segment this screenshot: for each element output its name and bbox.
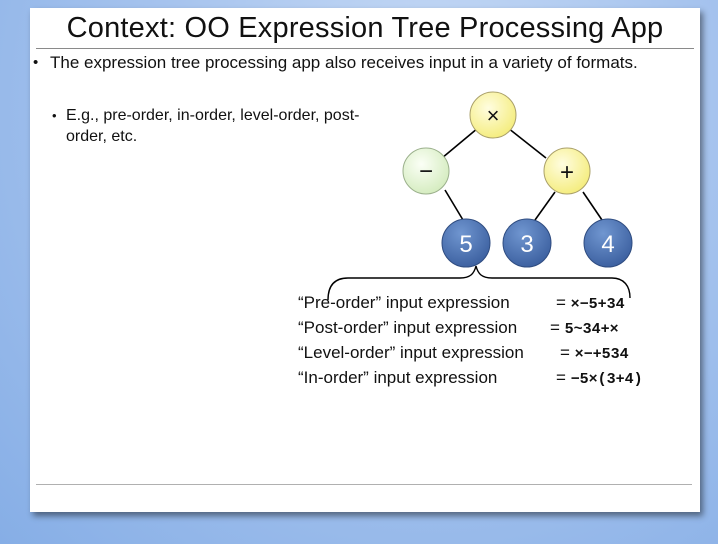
edge-minus-5 <box>444 189 464 221</box>
slide: Context: OO Expression Tree Processing A… <box>30 8 700 512</box>
node-five: 5 <box>441 218 491 268</box>
expression-tree-diagram: × − + 5 3 4 <box>327 91 633 301</box>
expression-value: ×−+534 <box>574 346 629 363</box>
expression-equals: = 5~34+× <box>550 318 619 338</box>
footer-divider <box>36 484 692 485</box>
edge-root-plus <box>507 127 547 159</box>
node-three-label: 3 <box>520 231 533 258</box>
expression-label: “In-order” input expression <box>298 368 498 387</box>
node-multiply-label: × <box>487 103 500 128</box>
expression-label: “Post-order” input expression <box>298 318 518 337</box>
edge-plus-3 <box>534 191 556 221</box>
expression-row-preorder: “Pre-order” input expression = ×−5+34 <box>298 290 698 315</box>
node-minus-label: − <box>419 158 433 185</box>
expression-row-postorder: “Post-order” input expression = 5~34+× <box>298 315 698 340</box>
expression-label: “Pre-order” input expression <box>298 293 510 312</box>
node-three: 3 <box>502 218 552 268</box>
node-four: 4 <box>583 218 633 268</box>
expression-value: ×−5+34 <box>570 296 625 313</box>
expression-value: −5×(3+4) <box>570 371 643 388</box>
node-multiply: × <box>469 91 517 139</box>
expression-value: 5~34+× <box>564 321 619 338</box>
edge-root-minus <box>441 127 479 159</box>
expression-equals: = ×−5+34 <box>556 293 625 313</box>
node-minus: − <box>402 147 450 195</box>
expression-label: “Level-order” input expression <box>298 343 524 362</box>
expression-row-levelorder: “Level-order” input expression = ×−+534 <box>298 340 698 365</box>
expression-equals: = −5×(3+4) <box>556 368 643 388</box>
expression-equals: = ×−+534 <box>560 343 629 363</box>
node-five-label: 5 <box>459 231 472 258</box>
node-four-label: 4 <box>601 231 614 258</box>
node-plus: + <box>543 147 591 195</box>
expression-row-inorder: “In-order” input expression = −5×(3+4) <box>298 365 698 390</box>
edge-plus-4 <box>582 191 603 221</box>
expression-list: “Pre-order” input expression = ×−5+34 “P… <box>298 290 698 390</box>
node-plus-label: + <box>560 159 574 186</box>
